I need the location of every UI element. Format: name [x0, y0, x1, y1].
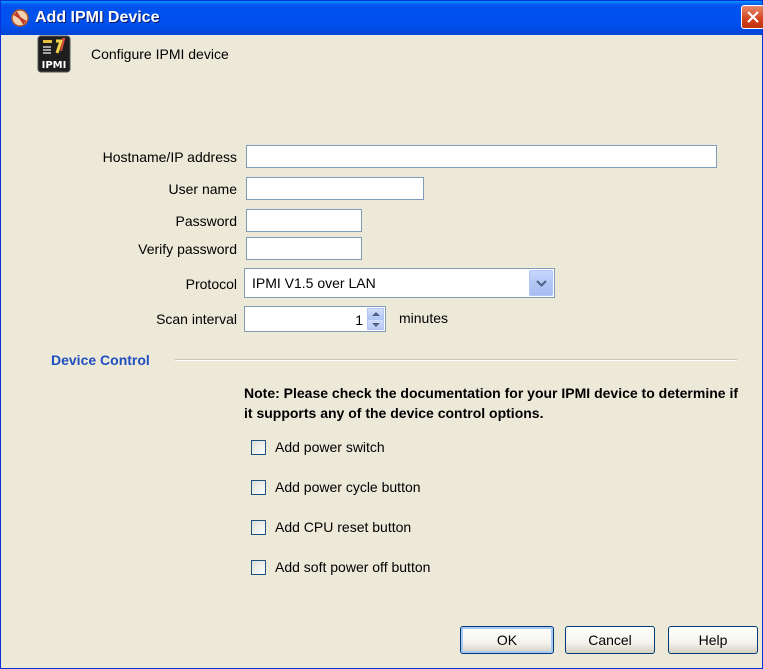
checkbox-label[interactable]: Add soft power off button [275, 559, 430, 575]
password-input[interactable] [246, 209, 362, 232]
device-control-note: Note: Please check the documentation for… [244, 385, 738, 421]
checkbox-box[interactable] [251, 560, 266, 575]
device-control-heading: Device Control [51, 352, 150, 368]
protocol-selected-value: IPMI V1.5 over LAN [252, 275, 376, 291]
spinner-down-button[interactable] [367, 319, 384, 330]
scan-interval-spinner[interactable]: 1 [244, 306, 386, 332]
cancel-button[interactable]: Cancel [565, 626, 655, 654]
add-ipmi-device-dialog: Add IPMI Device IPMI Configure IPMI devi… [0, 0, 763, 669]
password-label: Password [175, 213, 237, 229]
username-input[interactable] [246, 177, 424, 200]
dialog-description: Configure IPMI device [91, 46, 229, 62]
protocol-dropdown-button[interactable] [529, 270, 553, 296]
scan-interval-unit: minutes [399, 310, 449, 326]
hostname-label: Hostname/IP address [102, 149, 237, 165]
protocol-label: Protocol [185, 276, 237, 292]
ok-button[interactable]: OK [460, 626, 554, 654]
checkbox-label[interactable]: Add power switch [275, 439, 385, 455]
hostname-input[interactable] [246, 145, 717, 168]
section-divider [175, 359, 737, 361]
username-label: User name [168, 181, 237, 197]
checkbox-label[interactable]: Add CPU reset button [275, 519, 411, 535]
verify-password-label: Verify password [138, 241, 237, 257]
app-icon [11, 9, 29, 27]
close-icon [747, 11, 759, 23]
close-button[interactable] [741, 5, 763, 29]
spinner-buttons [367, 308, 384, 330]
chevron-down-icon [536, 280, 547, 287]
ipmi-icon-label: IPMI [42, 60, 67, 71]
checkbox-box[interactable] [251, 440, 266, 455]
spinner-up-button[interactable] [367, 308, 384, 319]
window-title: Add IPMI Device [35, 9, 160, 26]
help-button[interactable]: Help [668, 626, 758, 654]
checkbox-box[interactable] [251, 520, 266, 535]
verify-password-input[interactable] [246, 237, 362, 260]
checkbox-label[interactable]: Add power cycle button [275, 479, 421, 495]
caret-down-icon [372, 323, 380, 327]
caret-up-icon [372, 312, 380, 316]
scan-interval-label: Scan interval [156, 311, 237, 327]
checkbox-box[interactable] [251, 480, 266, 495]
ipmi-device-icon: IPMI [37, 35, 71, 73]
scan-interval-value[interactable]: 1 [355, 312, 363, 328]
title-bar[interactable]: Add IPMI Device [1, 1, 763, 35]
protocol-select[interactable]: IPMI V1.5 over LAN [244, 268, 555, 298]
